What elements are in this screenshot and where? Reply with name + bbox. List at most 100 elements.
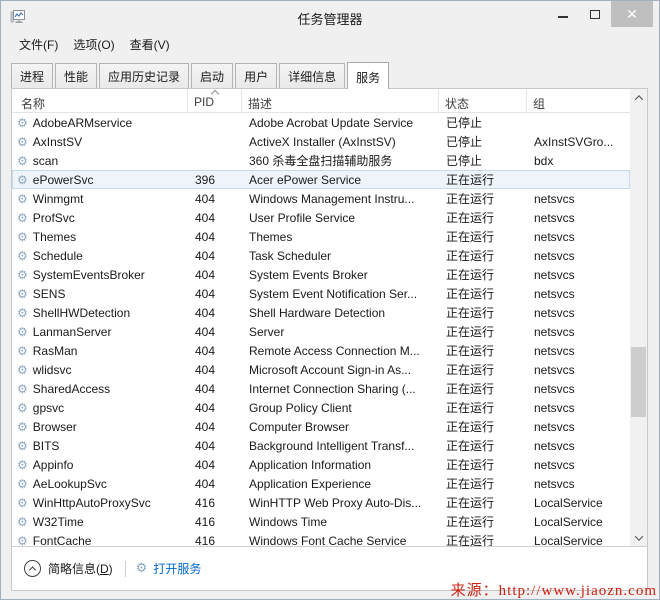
table-row[interactable]: ⚙ Browser 404 Computer Browser 正在运行 nets… xyxy=(12,417,630,436)
tab-性能[interactable]: 性能 xyxy=(55,63,97,88)
table-row[interactable]: ⚙ scan 360 杀毒全盘扫描辅助服务 已停止 bdx xyxy=(12,151,630,170)
service-name: WinHttpAutoProxySvc xyxy=(33,496,151,510)
tab-进程[interactable]: 进程 xyxy=(11,63,53,88)
table-row[interactable]: ⚙ RasMan 404 Remote Access Connection M.… xyxy=(12,341,630,360)
service-description: Windows Time xyxy=(243,515,440,529)
service-pid: 404 xyxy=(189,420,243,434)
service-description: Acer ePower Service xyxy=(243,173,440,187)
table-row[interactable]: ⚙ AdobeARMservice Adobe Acrobat Update S… xyxy=(12,113,630,132)
gear-icon: ⚙ xyxy=(17,535,28,547)
close-icon: ✕ xyxy=(626,6,638,23)
gear-icon: ⚙ xyxy=(17,117,28,129)
service-name: AdobeARMservice xyxy=(33,116,132,130)
scroll-down-button[interactable] xyxy=(630,529,647,546)
scroll-up-button[interactable] xyxy=(630,89,647,106)
minimize-icon xyxy=(558,16,568,18)
table-row[interactable]: ⚙ ePowerSvc 396 Acer ePower Service 正在运行 xyxy=(12,170,630,189)
tab-详细信息[interactable]: 详细信息 xyxy=(279,63,345,88)
menu-item[interactable]: 查看(V) xyxy=(123,34,177,55)
service-status: 正在运行 xyxy=(440,361,528,378)
table-row[interactable]: ⚙ SENS 404 System Event Notification Ser… xyxy=(12,284,630,303)
service-description: Background Intelligent Transf... xyxy=(243,439,440,453)
gear-icon: ⚙ xyxy=(17,440,28,452)
service-pid: 404 xyxy=(189,401,243,415)
maximize-button[interactable] xyxy=(579,1,611,27)
service-name: scan xyxy=(33,154,58,168)
gear-icon: ⚙ xyxy=(17,478,28,490)
service-group: netsvcs xyxy=(528,230,629,244)
column-header-status[interactable]: 状态 xyxy=(439,89,527,112)
service-name: ePowerSvc xyxy=(33,173,94,187)
service-group: netsvcs xyxy=(528,325,629,339)
service-name: SENS xyxy=(33,287,66,301)
service-pid: 404 xyxy=(189,192,243,206)
service-name: FontCache xyxy=(33,534,92,548)
service-name: BITS xyxy=(33,439,60,453)
service-name: RasMan xyxy=(33,344,78,358)
service-status: 正在运行 xyxy=(440,475,528,492)
service-description: WinHTTP Web Proxy Auto-Dis... xyxy=(243,496,440,510)
table-header-row: 名称 PID 描述 状态 组 xyxy=(12,89,630,113)
maximize-icon xyxy=(590,10,600,19)
chevron-up-icon xyxy=(634,95,642,103)
table-row[interactable]: ⚙ Themes 404 Themes 正在运行 netsvcs xyxy=(12,227,630,246)
table-row[interactable]: ⚙ ProfSvc 404 User Profile Service 正在运行 … xyxy=(12,208,630,227)
menu-item[interactable]: 选项(O) xyxy=(66,34,121,55)
service-pid: 404 xyxy=(189,363,243,377)
scrollbar-thumb[interactable] xyxy=(631,347,646,417)
table-body: ⚙ AdobeARMservice Adobe Acrobat Update S… xyxy=(12,113,630,547)
service-status: 已停止 xyxy=(440,152,528,169)
table-row[interactable]: ⚙ AxInstSV ActiveX Installer (AxInstSV) … xyxy=(12,132,630,151)
column-header-group[interactable]: 组 xyxy=(527,89,630,112)
service-group: netsvcs xyxy=(528,382,629,396)
table-row[interactable]: ⚙ BITS 404 Background Intelligent Transf… xyxy=(12,436,630,455)
table-row[interactable]: ⚙ SharedAccess 404 Internet Connection S… xyxy=(12,379,630,398)
service-pid: 404 xyxy=(189,382,243,396)
table-row[interactable]: ⚙ FontCache 416 Windows Font Cache Servi… xyxy=(12,531,630,547)
tab-应用历史记录[interactable]: 应用历史记录 xyxy=(99,63,189,88)
gear-icon: ⚙ xyxy=(17,288,28,300)
column-header-pid[interactable]: PID xyxy=(188,89,242,112)
service-status: 正在运行 xyxy=(440,380,528,397)
tab-启动[interactable]: 启动 xyxy=(191,63,233,88)
table-row[interactable]: ⚙ gpsvc 404 Group Policy Client 正在运行 net… xyxy=(12,398,630,417)
close-button[interactable]: ✕ xyxy=(611,1,653,27)
service-description: Application Information xyxy=(243,458,440,472)
table-row[interactable]: ⚙ Appinfo 404 Application Information 正在… xyxy=(12,455,630,474)
table-row[interactable]: ⚙ AeLookupSvc 404 Application Experience… xyxy=(12,474,630,493)
service-status: 正在运行 xyxy=(440,304,528,321)
tab-用户[interactable]: 用户 xyxy=(235,63,277,88)
table-row[interactable]: ⚙ ShellHWDetection 404 Shell Hardware De… xyxy=(12,303,630,322)
table-row[interactable]: ⚙ W32Time 416 Windows Time 正在运行 LocalSer… xyxy=(12,512,630,531)
service-name: W32Time xyxy=(33,515,84,529)
table-row[interactable]: ⚙ LanmanServer 404 Server 正在运行 netsvcs xyxy=(12,322,630,341)
minimize-button[interactable] xyxy=(547,1,579,27)
service-group: netsvcs xyxy=(528,458,629,472)
open-services-link[interactable]: ⚙ 打开服务 xyxy=(136,560,202,577)
service-group: LocalService xyxy=(528,534,629,548)
service-description: 360 杀毒全盘扫描辅助服务 xyxy=(243,152,440,169)
table-row[interactable]: ⚙ SystemEventsBroker 404 System Events B… xyxy=(12,265,630,284)
column-header-name[interactable]: 名称 xyxy=(12,89,188,112)
service-name: Schedule xyxy=(33,249,83,263)
service-status: 正在运行 xyxy=(440,247,528,264)
table-row[interactable]: ⚙ Winmgmt 404 Windows Management Instru.… xyxy=(12,189,630,208)
service-status: 正在运行 xyxy=(440,437,528,454)
gear-icon: ⚙ xyxy=(17,421,28,433)
service-description: Windows Management Instru... xyxy=(243,192,440,206)
service-description: System Events Broker xyxy=(243,268,440,282)
vertical-scrollbar[interactable] xyxy=(630,89,647,546)
service-pid: 404 xyxy=(189,306,243,320)
fewer-details-button[interactable]: 简略信息(D) xyxy=(24,560,113,577)
table-row[interactable]: ⚙ wlidsvc 404 Microsoft Account Sign-in … xyxy=(12,360,630,379)
gear-icon: ⚙ xyxy=(17,269,28,281)
service-description: Windows Font Cache Service xyxy=(243,534,440,548)
service-status: 正在运行 xyxy=(440,209,528,226)
tab-服务[interactable]: 服务 xyxy=(347,62,389,89)
column-header-description[interactable]: 描述 xyxy=(242,89,439,112)
service-group: netsvcs xyxy=(528,306,629,320)
service-group: netsvcs xyxy=(528,249,629,263)
table-row[interactable]: ⚙ WinHttpAutoProxySvc 416 WinHTTP Web Pr… xyxy=(12,493,630,512)
table-row[interactable]: ⚙ Schedule 404 Task Scheduler 正在运行 netsv… xyxy=(12,246,630,265)
menu-item[interactable]: 文件(F) xyxy=(12,34,65,55)
